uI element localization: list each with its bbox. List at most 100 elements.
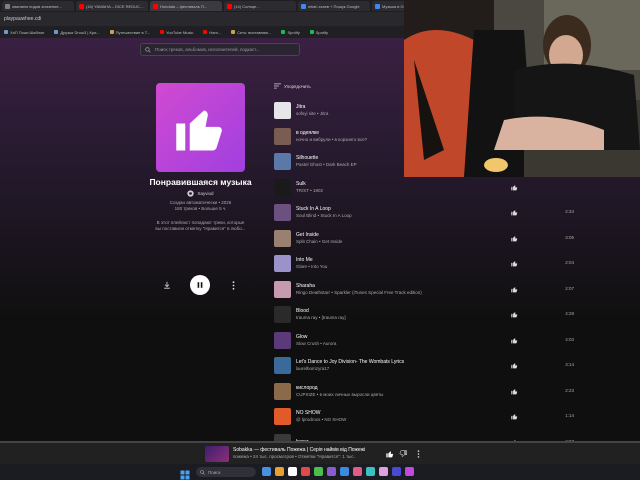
- taskbar-app-icon[interactable]: [327, 467, 336, 476]
- track-title[interactable]: Glow: [296, 334, 516, 341]
- track-title[interactable]: Let's Dance to Joy Division- The Wombats…: [296, 359, 516, 366]
- track-row[interactable]: Stuck In A Loop Soul Blind • Stuck In A L…: [274, 200, 584, 226]
- now-playing-subtitle: пожежа • 24 тыс. просмотров • Отметки "Н…: [233, 454, 355, 459]
- track-title[interactable]: NO SHOW: [296, 410, 516, 417]
- track-thumbnail[interactable]: [274, 255, 291, 273]
- browser-tab-active[interactable]: Hondata – фестиваль П...: [150, 1, 222, 11]
- track-title[interactable]: Sulk: [296, 181, 516, 188]
- track-duration: 1:14: [565, 413, 574, 418]
- bookmark[interactable]: Spotify: [309, 30, 328, 35]
- now-playing-thumbnail[interactable]: [205, 446, 229, 462]
- browser-tab[interactable]: ованием лидов значение...: [2, 1, 74, 11]
- download-icon: [164, 281, 170, 289]
- track-thumbnail[interactable]: [274, 280, 291, 298]
- track-thumbnail[interactable]: [274, 331, 291, 349]
- start-button[interactable]: [180, 467, 190, 480]
- taskbar-app-icon[interactable]: [262, 467, 271, 476]
- bookmark[interactable]: Друзья Dnoo3 | Кри...: [54, 30, 100, 35]
- taskbar-app-icon[interactable]: [379, 467, 388, 476]
- track-thumbnail[interactable]: [274, 153, 291, 171]
- track-info: Into Me Glare • Into You: [296, 257, 516, 270]
- tab-favicon: [5, 3, 10, 9]
- track-title[interactable]: Blood: [296, 308, 516, 315]
- more-button[interactable]: [413, 449, 423, 459]
- track-thumbnail[interactable]: [274, 204, 291, 222]
- search-input[interactable]: Поиск треков, альбомов, исполнителей, по…: [155, 47, 260, 52]
- track-row[interactable]: Sulk TR/ST • 1802: [274, 175, 584, 201]
- browser-tab[interactable]: (16) YAMAHA – DICE REDUCT...: [76, 1, 148, 11]
- track-like-button[interactable]: [510, 208, 519, 217]
- bookmark[interactable]: Ham...: [203, 30, 221, 35]
- track-like-button[interactable]: [510, 336, 519, 345]
- track-like-button[interactable]: [510, 387, 519, 396]
- bookmark[interactable]: УаП Пошт.Шаблон: [4, 30, 44, 35]
- track-thumbnail[interactable]: [274, 382, 291, 400]
- track-info: Let's Dance to Joy Division- The Wombats…: [296, 359, 516, 372]
- track-row[interactable]: Sharaha Ringo Deathstarr • Sparkler (iTun…: [274, 277, 584, 303]
- track-title[interactable]: Into Me: [296, 257, 516, 264]
- track-like-button[interactable]: [510, 412, 519, 421]
- track-row[interactable]: Glow Slow Crush • Aurora 4:03: [274, 328, 584, 354]
- track-thumbnail[interactable]: [274, 408, 291, 426]
- taskbar-app-icon[interactable]: [405, 467, 414, 476]
- track-like-button[interactable]: [510, 234, 519, 243]
- track-thumbnail[interactable]: [274, 127, 291, 145]
- track-like-button[interactable]: [510, 183, 519, 192]
- bookmark-icon: [203, 30, 208, 34]
- track-row[interactable]: NO SHOW @ lprodroxs • NO SHOW 1:14: [274, 404, 584, 430]
- taskbar-app-icon[interactable]: [314, 467, 323, 476]
- track-subtitle: Soul Blind • Stuck In A Loop: [296, 213, 352, 219]
- track-duration: 2:23: [565, 387, 574, 393]
- taskbar-app-icon[interactable]: [301, 467, 310, 476]
- pause-button[interactable]: [190, 275, 210, 295]
- track-row[interactable]: Let's Dance to Joy Division- The Wombats…: [274, 353, 584, 379]
- progress-bar[interactable]: [0, 441, 640, 443]
- taskbar-search[interactable]: Поиск: [196, 467, 256, 477]
- taskbar-app-icon[interactable]: [366, 467, 375, 476]
- sort-button[interactable]: Упорядочить: [274, 83, 311, 89]
- track-title[interactable]: кислород: [296, 385, 516, 392]
- like-button[interactable]: [385, 449, 395, 459]
- tab-label: Hondata – фестиваль П...: [160, 3, 208, 9]
- track-like-button[interactable]: [510, 310, 519, 319]
- download-button[interactable]: [160, 278, 174, 292]
- bookmark[interactable]: Путешествие в Т...: [109, 29, 151, 35]
- bookmark-label: Путешествие в Т...: [115, 29, 151, 35]
- track-thumbnail[interactable]: [274, 102, 291, 120]
- track-row[interactable]: Blood trauma ray • [trauma ray] 4:28: [274, 302, 584, 328]
- taskbar-app-icon[interactable]: [392, 467, 401, 476]
- track-like-button[interactable]: [510, 259, 519, 268]
- track-like-button[interactable]: [510, 361, 519, 370]
- track-duration: 2:07: [565, 285, 574, 291]
- track-thumbnail[interactable]: [274, 306, 291, 324]
- browser-tab[interactable]: whaf–ткаев + Пошук Google: [298, 1, 370, 11]
- track-like-button[interactable]: [510, 285, 519, 294]
- track-thumbnail[interactable]: [274, 178, 291, 196]
- track-title[interactable]: Sharaha: [296, 283, 516, 290]
- track-row[interactable]: Get Inside Split Chain • Get Inside 3:05: [274, 226, 584, 252]
- bookmark[interactable]: YouTube Music: [160, 30, 193, 35]
- track-info: Blood trauma ray • [trauma ray]: [296, 308, 516, 321]
- track-thumbnail[interactable]: [274, 357, 291, 375]
- track-title[interactable]: Get Inside: [296, 232, 516, 239]
- bookmark[interactable]: Spotify: [281, 30, 300, 35]
- playlist-owner[interactable]: Sayviod: [140, 190, 261, 197]
- owner-name: Sayviod: [197, 191, 214, 196]
- browser-tab[interactable]: (14) Солнце...: [224, 1, 296, 11]
- playlist-description: В этот плейлист попадают треки, которые …: [140, 220, 261, 232]
- search-box[interactable]: Поиск треков, альбомов, исполнителей, по…: [140, 43, 300, 56]
- taskbar-app-icon[interactable]: [275, 467, 284, 476]
- more-button[interactable]: [226, 278, 240, 292]
- url-text: playpauwhee.cdi: [4, 16, 42, 22]
- taskbar-app-icon[interactable]: [353, 467, 362, 476]
- track-row[interactable]: Into Me Glare • Into You 2:04: [274, 251, 584, 277]
- taskbar-app-icon[interactable]: [288, 467, 297, 476]
- track-title[interactable]: Stuck In A Loop: [296, 206, 516, 213]
- bookmark[interactable]: Сеть: виставляю...: [231, 30, 271, 35]
- track-row[interactable]: кислород CUPSIZE • в моих личных выросли …: [274, 379, 584, 405]
- now-playing-title[interactable]: Sobakka — фестиваль Пожежа | Серія найві…: [233, 447, 383, 453]
- taskbar-app-icon[interactable]: [340, 467, 349, 476]
- track-subtitle: CUPSIZE • в моих личных выросли цветы: [296, 391, 384, 397]
- dislike-button[interactable]: [398, 449, 408, 459]
- track-thumbnail[interactable]: [274, 229, 291, 247]
